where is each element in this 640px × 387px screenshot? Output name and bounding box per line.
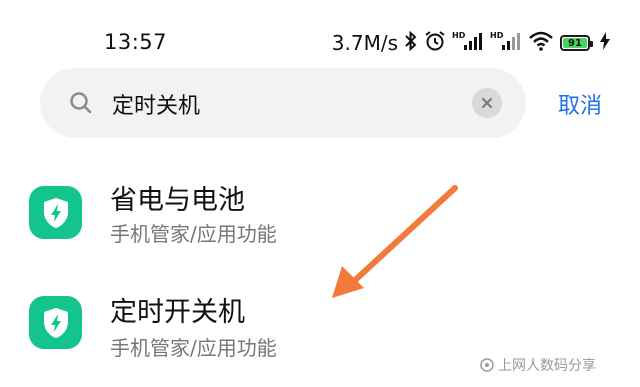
annotation-arrow bbox=[332, 185, 458, 298]
watermark-text: 上网人数码分享 bbox=[498, 358, 596, 374]
watermark: 上网人数码分享 bbox=[480, 355, 596, 375]
watermark-logo-icon bbox=[480, 358, 494, 372]
